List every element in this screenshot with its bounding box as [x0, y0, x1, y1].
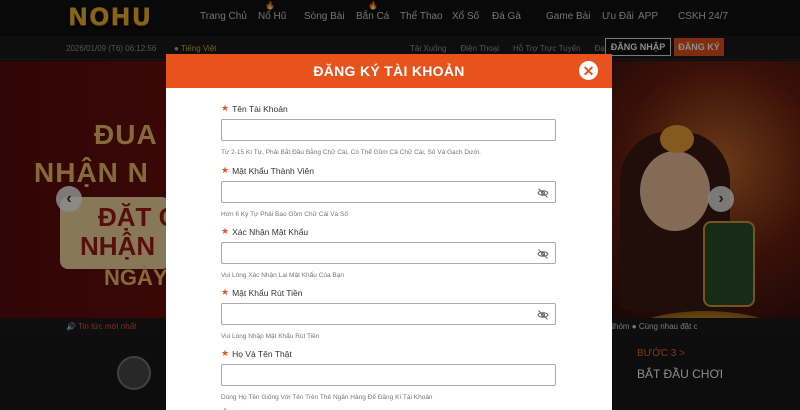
withdraw-password-label-row: ★ Mật Khẩu Rút Tiền: [221, 287, 561, 298]
full-name-field-group: ★ Họ Và Tên Thật Dùng Họ Tên Giống Với T…: [221, 348, 561, 401]
password-input-wrapper: [221, 181, 556, 203]
register-modal: ĐĂNG KÝ TÀI KHOẢN ✕ ★ Tên Tài Khoản Từ 2…: [166, 54, 612, 410]
password-input[interactable]: [222, 182, 555, 202]
next-field-label-row: ★: [221, 406, 561, 410]
required-star-icon: ★: [221, 287, 230, 297]
password-field-group: ★ Mật Khẩu Thành Viên Hơn 6 Ký Tự Phải B…: [221, 165, 561, 218]
full-name-input[interactable]: [222, 365, 555, 385]
next-field-group: ★: [221, 406, 561, 410]
required-star-icon: ★: [221, 165, 230, 175]
full-name-hint: Dùng Họ Tên Giống Với Tên Trên Thẻ Ngân …: [221, 394, 433, 401]
password-label: Mật Khẩu Thành Viên: [232, 165, 314, 176]
username-field-group: ★ Tên Tài Khoản Từ 2-15 Kí Tự, Phải Bắt …: [221, 103, 561, 156]
username-label-row: ★ Tên Tài Khoản: [221, 103, 561, 114]
withdraw-password-field-group: ★ Mật Khẩu Rút Tiền Vui Lòng Nhập Mật Kh…: [221, 287, 561, 340]
confirm-password-field-group: ★ Xác Nhận Mật Khẩu Vui Lòng Xác Nhận Lạ…: [221, 226, 561, 279]
withdraw-password-input-wrapper: [221, 303, 556, 325]
username-label: Tên Tài Khoản: [232, 103, 288, 114]
withdraw-password-hint: Vui Lòng Nhập Mật Khẩu Rút Tiền: [221, 333, 320, 340]
confirm-password-hint: Vui Lòng Xác Nhận Lại Mật Khẩu Của Bạn: [221, 272, 344, 279]
required-star-icon: ★: [221, 103, 230, 113]
username-hint: Từ 2-15 Kí Tự, Phải Bắt Đầu Bằng Chữ Cái…: [221, 149, 481, 156]
full-name-input-wrapper: [221, 364, 556, 386]
full-name-label-row: ★ Họ Và Tên Thật: [221, 348, 561, 359]
confirm-password-label-row: ★ Xác Nhận Mật Khẩu: [221, 226, 561, 237]
modal-title: ĐĂNG KÝ TÀI KHOẢN: [313, 63, 465, 79]
full-name-label: Họ Và Tên Thật: [232, 348, 292, 359]
password-label-row: ★ Mật Khẩu Thành Viên: [221, 165, 561, 176]
eye-slash-icon[interactable]: [537, 248, 549, 260]
confirm-password-input-wrapper: [221, 242, 556, 264]
confirm-password-input[interactable]: [222, 243, 555, 263]
eye-slash-icon[interactable]: [537, 309, 549, 321]
required-star-icon: ★: [221, 226, 230, 236]
close-icon[interactable]: ✕: [579, 61, 598, 80]
confirm-password-label: Xác Nhận Mật Khẩu: [232, 226, 309, 237]
eye-slash-icon[interactable]: [537, 187, 549, 199]
username-input-wrapper: [221, 119, 556, 141]
withdraw-password-input[interactable]: [222, 304, 555, 324]
username-input[interactable]: [222, 120, 555, 140]
password-hint: Hơn 6 Ký Tự Phải Bao Gồm Chữ Cái Và Số: [221, 211, 349, 218]
required-star-icon: ★: [221, 348, 230, 358]
modal-header: ĐĂNG KÝ TÀI KHOẢN ✕: [166, 54, 612, 88]
required-star-icon: ★: [221, 406, 229, 410]
withdraw-password-label: Mật Khẩu Rút Tiền: [232, 287, 303, 298]
